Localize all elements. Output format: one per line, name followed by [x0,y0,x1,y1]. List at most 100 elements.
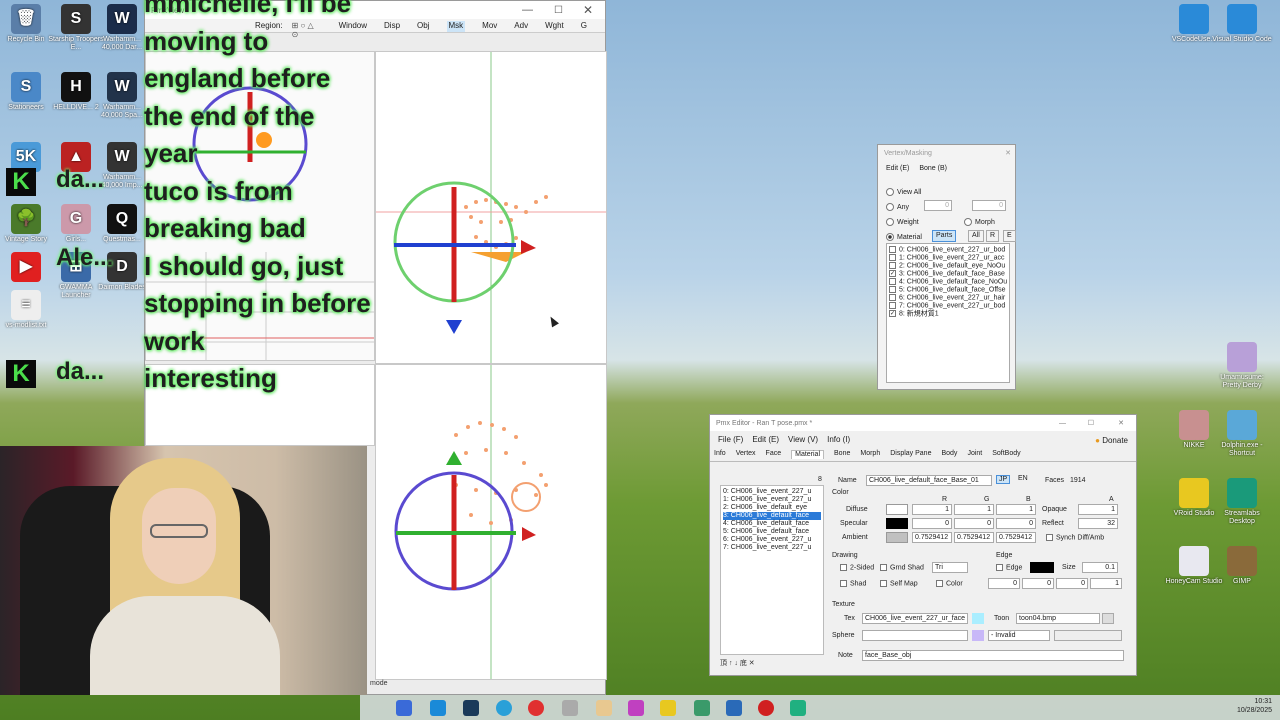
vm-menu-bone[interactable]: Bone (B) [919,165,947,172]
steam-icon[interactable] [463,700,479,716]
pe-material-row[interactable]: 2: CH006_live_default_eye [723,504,821,512]
tab-material[interactable]: Material [791,450,825,459]
app-icon[interactable] [562,700,578,716]
vm-list-item[interactable]: 0: CH006_live_event_227_ur_bod [889,246,1007,254]
pe-material-row[interactable]: 0: CH006_live_event_227_u [723,488,821,496]
tab-display-pane[interactable]: Display Pane [890,450,931,459]
en-button[interactable]: EN [1016,475,1030,482]
desktop-icon[interactable]: Umamusume: Pretty Derby [1212,342,1272,390]
mode-label[interactable]: mode [370,680,388,687]
tab-info[interactable]: Info [714,450,726,459]
diffuse-swatch[interactable] [886,504,908,515]
size-field[interactable]: 0.1 [1082,562,1118,573]
vm-item-checkbox[interactable] [889,286,896,293]
taskbar-app-icon[interactable] [430,700,446,716]
app-icon[interactable] [596,700,612,716]
vm-item-checkbox[interactable] [889,254,896,261]
toon-browse-icon[interactable] [1102,613,1114,624]
gnd-shad-checkbox[interactable] [880,564,887,571]
view-all-radio[interactable] [886,188,894,197]
ambient-r[interactable]: 0.7529412 [912,532,952,543]
viewport-bottom-right[interactable] [375,364,607,680]
vm-list-item[interactable]: 1: CH006_live_event_227_ur_acc [889,254,1007,262]
toolbar-icons[interactable]: ⊞ ○ △ ⊙ [292,21,322,39]
pmxview-menu-obj[interactable]: Obj [417,21,429,32]
pe-menu-item[interactable]: File (F) [718,435,743,444]
specular-g[interactable]: 0 [954,518,994,529]
vm-item-checkbox[interactable]: ✓ [889,310,896,317]
specular-swatch[interactable] [886,518,908,529]
pe-menu-item[interactable]: Info (I) [827,435,850,444]
note-field[interactable]: face_Base_obj [862,650,1124,661]
any-field-2[interactable]: 0 [972,200,1006,211]
edge-swatch[interactable] [1030,562,1054,573]
pe-material-row[interactable]: 3: CH006_live_default_face [723,512,821,520]
close-icon[interactable]: ✕ [583,3,593,17]
system-tray[interactable]: 10:31 10/28/2025 [1237,697,1272,715]
diffuse-g[interactable]: 1 [954,504,994,515]
vm-material-list[interactable]: 0: CH006_live_event_227_ur_bod 1: CH006_l… [886,243,1010,383]
taskbar-app-icon[interactable] [396,700,412,716]
sphere-field[interactable] [862,630,968,641]
all-button[interactable]: All [968,230,984,242]
desktop-icon[interactable]: GIMP [1212,546,1272,586]
pe-material-list[interactable]: 0: CH006_live_event_227_u 1: CH006_live_e… [720,485,824,655]
jp-button[interactable]: JP [996,475,1011,484]
specular-b[interactable]: 0 [996,518,1036,529]
vm-list-item[interactable]: 6: CH006_live_event_227_ur_hair [889,294,1007,302]
app-icon[interactable] [628,700,644,716]
ambient-g[interactable]: 0.7529412 [954,532,994,543]
ambient-b[interactable]: 0.7529412 [996,532,1036,543]
pe-material-row[interactable]: 4: CH006_live_default_face [723,520,821,528]
ambient-swatch[interactable] [886,532,908,543]
streamlabs-icon[interactable] [790,700,806,716]
e-button[interactable]: E [1003,230,1016,242]
tex-browse-icon[interactable] [972,613,984,624]
tab-face[interactable]: Face [766,450,782,459]
vm-item-checkbox[interactable] [889,294,896,301]
vm-item-checkbox[interactable] [889,262,896,269]
morph-radio[interactable] [964,218,972,227]
maximize-icon[interactable]: ☐ [554,5,563,16]
weight-radio[interactable] [886,218,894,227]
desktop-icon[interactable]: Streamlabs Desktop [1212,478,1272,526]
app-icon[interactable] [528,700,544,716]
tab-body[interactable]: Body [941,450,957,459]
pmxview-menu-disp[interactable]: Disp [384,21,400,32]
color-checkbox[interactable] [936,580,943,587]
record-icon[interactable] [758,700,774,716]
vm-list-item[interactable]: 5: CH006_live_default_face_Offse [889,286,1007,294]
desktop-icon[interactable]: W Warhamm... 40,000 Dar... [92,4,152,52]
app-icon[interactable] [694,700,710,716]
any-field-1[interactable]: 0 [924,200,952,211]
app-icon[interactable] [726,700,742,716]
tab-vertex[interactable]: Vertex [736,450,756,459]
vm-item-checkbox[interactable] [889,302,896,309]
desktop-icon[interactable]: Visual Studio Code [1212,4,1272,44]
sphere-mode-select[interactable]: - Invalid [988,630,1050,641]
synch-checkbox[interactable] [1046,534,1053,541]
shad-checkbox[interactable] [840,580,847,587]
parts-button[interactable]: Parts [932,230,957,242]
close-icon[interactable]: ✕ [1005,149,1011,157]
pe-menu-item[interactable]: View (V) [788,435,818,444]
desktop-icon[interactable]: W Warhamm... 40,000 Spa... [92,72,152,120]
pe-material-row[interactable]: 7: CH006_live_event_227_u [723,544,821,552]
vm-menu-edit[interactable]: Edit (E) [886,165,909,172]
vm-item-checkbox[interactable] [889,246,896,253]
edge-a[interactable]: 1 [1090,578,1122,589]
pe-material-row[interactable]: 6: CH006_live_event_227_u [723,536,821,544]
vm-item-checkbox[interactable] [889,278,896,285]
r-button[interactable]: R [986,230,1000,242]
vm-list-item[interactable]: 4: CH006_live_default_face_NoOu [889,278,1007,286]
tab-bone[interactable]: Bone [834,450,850,459]
vm-list-item[interactable]: 7: CH006_live_event_227_ur_bod [889,302,1007,310]
pmxview-menu-wght[interactable]: Wght [545,21,564,32]
tab-joint[interactable]: Joint [967,450,982,459]
diffuse-a[interactable]: 1 [1078,504,1118,515]
tab-morph[interactable]: Morph [860,450,880,459]
diffuse-b[interactable]: 1 [996,504,1036,515]
pe-material-row[interactable]: 5: CH006_live_default_face [723,528,821,536]
sphere-browse-icon[interactable] [972,630,984,641]
tri-select[interactable]: Tri [932,562,968,573]
